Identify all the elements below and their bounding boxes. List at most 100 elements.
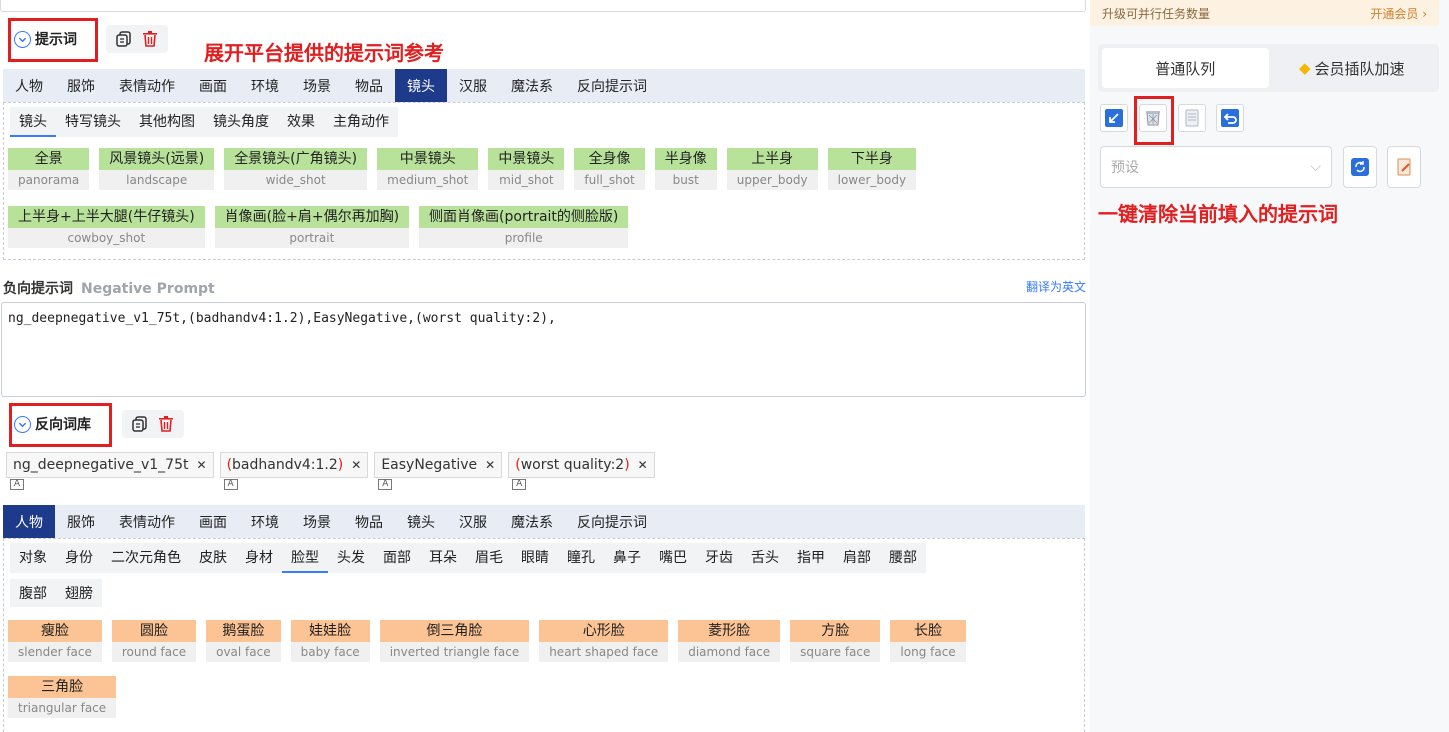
prompt-category-tab[interactable]: 环境: [239, 69, 291, 102]
negative-subtab[interactable]: 指甲: [788, 543, 834, 573]
collapse-button[interactable]: [1100, 104, 1128, 132]
keyword-chip[interactable]: 中景镜头 mid_shot: [488, 148, 565, 190]
prompt-category-tab[interactable]: 物品: [343, 69, 395, 102]
prompt-category-tab[interactable]: 魔法系: [499, 69, 565, 102]
negative-category-tab[interactable]: 镜头: [395, 505, 447, 538]
negative-subtab[interactable]: 嘴巴: [650, 543, 696, 573]
negative-subtab[interactable]: 对象: [10, 543, 56, 573]
negative-subtab[interactable]: 身材: [236, 543, 282, 573]
open-membership-link[interactable]: 开通会员 ›: [1370, 5, 1427, 22]
prompt-category-tab[interactable]: 汉服: [447, 69, 499, 102]
negative-subtab[interactable]: 皮肤: [190, 543, 236, 573]
negative-subtab[interactable]: 肩部: [834, 543, 880, 573]
negative-subtab[interactable]: 头发: [328, 543, 374, 573]
keyword-chip[interactable]: 全身像 full_shot: [574, 148, 645, 190]
tab-vip-queue[interactable]: ◆ 会员插队加速: [1269, 48, 1436, 88]
prompt-category-tab[interactable]: 镜头: [395, 69, 447, 102]
keyword-chip[interactable]: 倒三角脸 inverted triangle face: [379, 620, 530, 662]
keyword-chip[interactable]: 全景 panorama: [8, 148, 90, 190]
negative-subtab[interactable]: 舌头: [742, 543, 788, 573]
negative-subtab[interactable]: 腹部: [10, 579, 56, 607]
keyword-chip[interactable]: 侧面肖像画(portrait的侧脸版) profile: [419, 206, 629, 248]
keyword-chip[interactable]: 菱形脸 diamond face: [678, 620, 781, 662]
trash-icon[interactable]: [140, 29, 160, 49]
prompt-category-tab[interactable]: 场景: [291, 69, 343, 102]
undo-button[interactable]: [1216, 104, 1244, 132]
keyword-chip[interactable]: 心形脸 heart shaped face: [539, 620, 669, 662]
keyword-chip[interactable]: 长脸 long face: [890, 620, 966, 662]
prompt-subtab[interactable]: 镜头角度: [204, 107, 278, 137]
keyword-chip[interactable]: 风景镜头(远景) landscape: [99, 148, 215, 190]
keyword-chip[interactable]: 圆脸 round face: [111, 620, 197, 662]
chip-label-en: lower_body: [827, 170, 917, 190]
prompt-subtab[interactable]: 主角动作: [324, 107, 398, 137]
prompt-subtab[interactable]: 镜头: [10, 107, 56, 137]
notes-button[interactable]: [1178, 104, 1206, 132]
keyword-chip[interactable]: 方脸 square face: [790, 620, 881, 662]
negative-category-tab[interactable]: 场景: [291, 505, 343, 538]
negative-subtab[interactable]: 鼻子: [604, 543, 650, 573]
remove-tag-icon[interactable]: ✕: [638, 458, 648, 472]
keyword-chip[interactable]: 三角脸 triangular face: [8, 676, 117, 718]
keyword-chip[interactable]: 瘦脸 slender face: [8, 620, 102, 662]
translate-icon[interactable]: A: [512, 479, 527, 490]
copy-icon[interactable]: [130, 414, 150, 434]
translate-icon[interactable]: A: [378, 479, 393, 490]
prompt-textarea-bottom[interactable]: [0, 0, 1086, 12]
copy-icon[interactable]: [114, 29, 134, 49]
chip-label-en: baby face: [290, 642, 370, 662]
negative-subtab[interactable]: 脸型: [282, 543, 328, 573]
prompt-category-tab[interactable]: 反向提示词: [565, 69, 659, 102]
prompt-category-tab[interactable]: 表情动作: [107, 69, 187, 102]
prompt-category-tab[interactable]: 画面: [187, 69, 239, 102]
negative-prompt-input[interactable]: ng_deepnegative_v1_75t,(badhandv4:1.2),E…: [1, 302, 1086, 397]
chip-label-zh: 心形脸: [539, 620, 669, 642]
translate-icon[interactable]: A: [10, 479, 24, 490]
negative-category-tab[interactable]: 表情动作: [107, 505, 187, 538]
keyword-chip[interactable]: 半身像 bust: [654, 148, 717, 190]
trash-icon[interactable]: [156, 414, 176, 434]
negative-subtab[interactable]: 翅膀: [56, 579, 102, 607]
negative-category-tab[interactable]: 汉服: [447, 505, 499, 538]
keyword-chip[interactable]: 下半身 lower_body: [827, 148, 917, 190]
save-preset-button[interactable]: [1387, 146, 1421, 188]
negative-category-tab[interactable]: 反向提示词: [565, 505, 659, 538]
negative-subtab[interactable]: 耳朵: [420, 543, 466, 573]
tab-normal-queue[interactable]: 普通队列: [1102, 48, 1269, 88]
prompt-category-tab[interactable]: 人物: [3, 69, 55, 102]
negative-subtab[interactable]: 瞳孔: [558, 543, 604, 573]
negative-category-tab[interactable]: 服饰: [55, 505, 107, 538]
negative-subtab[interactable]: 眉毛: [466, 543, 512, 573]
translate-to-english-link[interactable]: 翻译为英文: [1026, 278, 1086, 295]
prompt-category-tab[interactable]: 服饰: [55, 69, 107, 102]
remove-tag-icon[interactable]: ✕: [485, 458, 495, 472]
preset-select[interactable]: 预设 ⌵: [1100, 146, 1332, 188]
negative-subtab[interactable]: 二次元角色: [102, 543, 190, 573]
remove-tag-icon[interactable]: ✕: [351, 458, 361, 472]
keyword-chip[interactable]: 娃娃脸 baby face: [290, 620, 370, 662]
negative-subtab[interactable]: 面部: [374, 543, 420, 573]
prompt-subtab[interactable]: 效果: [278, 107, 324, 137]
prompt-subtab[interactable]: 其他构图: [130, 107, 204, 137]
keyword-chip[interactable]: 上半身+上半大腿(牛仔镜头) cowboy_shot: [8, 206, 205, 248]
negative-subtab[interactable]: 身份: [56, 543, 102, 573]
negative-subtab[interactable]: 眼睛: [512, 543, 558, 573]
keyword-chip[interactable]: 鹅蛋脸 oval face: [206, 620, 281, 662]
refresh-preset-button[interactable]: [1343, 146, 1377, 188]
keyword-chip[interactable]: 上半身 upper_body: [726, 148, 818, 190]
keyword-chip[interactable]: 肖像画(脸+肩+偶尔再加胸) portrait: [214, 206, 410, 248]
keyword-chip[interactable]: 中景镜头 medium_shot: [377, 148, 479, 190]
negative-subtab[interactable]: 腰部: [880, 543, 926, 573]
translate-icon[interactable]: A: [223, 479, 238, 490]
negative-category-tab[interactable]: 物品: [343, 505, 395, 538]
remove-tag-icon[interactable]: ✕: [197, 458, 207, 472]
keyword-chip[interactable]: 全景镜头(广角镜头) wide_shot: [224, 148, 368, 190]
negative-category-tab[interactable]: 人物: [3, 505, 55, 538]
chip-label-en: medium_shot: [377, 170, 479, 190]
negative-subtab[interactable]: 牙齿: [696, 543, 742, 573]
tag-close-paren: ): [337, 457, 344, 473]
negative-category-tab[interactable]: 画面: [187, 505, 239, 538]
negative-category-tab[interactable]: 魔法系: [499, 505, 565, 538]
prompt-subtab[interactable]: 特写镜头: [56, 107, 130, 137]
negative-category-tab[interactable]: 环境: [239, 505, 291, 538]
